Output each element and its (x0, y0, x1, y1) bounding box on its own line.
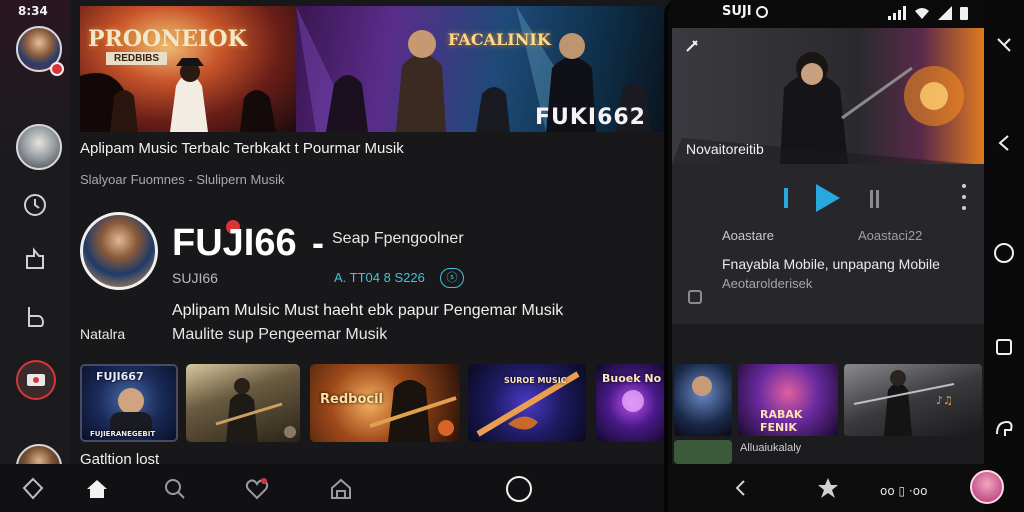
section-label: Natalra (80, 326, 126, 342)
play-icon[interactable] (816, 184, 840, 212)
phone-device: SUJI Novaitoreitib Aoastare Aoastaci22 F… (664, 0, 984, 512)
track-label-right: Aoastaci22 (858, 228, 923, 243)
thumbnail-title: SUROE MUSIC (504, 376, 567, 385)
banner-middle-logo: FACALINIK (448, 30, 551, 49)
system-nav-bar (984, 0, 1024, 512)
star-nav-icon[interactable] (816, 476, 840, 505)
status-indicators (888, 4, 968, 20)
battery-icon (960, 7, 968, 20)
list-item-title[interactable]: Fnayabla Mobile, unpapang Mobile (722, 256, 940, 272)
checkbox-icon[interactable] (688, 290, 702, 304)
phone-thumbnail[interactable]: RABAK FENIK (738, 364, 838, 436)
more-options-icon[interactable] (962, 184, 966, 210)
search-icon[interactable] (158, 472, 192, 506)
album-thumbnail[interactable]: SUROE MUSIC (468, 364, 586, 442)
phone-thumbnail[interactable] (674, 440, 732, 464)
list-item-subtitle: Aeotarolderisek (722, 276, 813, 291)
record-icon[interactable] (16, 360, 56, 400)
album-thumbnail[interactable]: FUJI667 FUJIERANEGEBIT (80, 364, 178, 442)
phone-thumbnail-caption: RABAK FENIK (760, 408, 803, 434)
phone-thumbnail[interactable]: ♪♫ (844, 364, 982, 436)
home-circle-icon[interactable] (502, 472, 536, 506)
phone-grid: RABAK FENIK ♪♫ Alluaiukalaly (672, 324, 984, 464)
left-rail: 8:34 (0, 0, 70, 512)
pin-icon[interactable] (684, 38, 700, 54)
back-arrow-icon[interactable] (734, 478, 748, 503)
wifi-icon (915, 8, 929, 19)
tag-icon[interactable] (16, 472, 50, 506)
phone-thumbnail[interactable] (674, 364, 732, 436)
home-icon[interactable] (80, 472, 114, 506)
banner-panel-band: FACALINIK FUKI662 (296, 6, 664, 132)
phone-hero[interactable]: Novaitoreitib (672, 28, 984, 164)
clock-icon[interactable] (18, 188, 52, 222)
phone-hero-title: Novaitoreitib (686, 141, 764, 157)
notification-badge (50, 62, 64, 76)
library-icon[interactable] (324, 472, 358, 506)
phone-bottom-indicator: oo ▯ ·oo (880, 484, 928, 498)
share-icon[interactable] (18, 242, 52, 276)
thumbnail-title: Redbocil (320, 392, 383, 407)
album-thumbnail[interactable] (186, 364, 300, 442)
banner-logo-sub: REDBIBS (106, 52, 168, 65)
profile-stat: A. TT04 8 S226 (334, 270, 425, 285)
phone-status-time: SUJI (722, 4, 752, 19)
account-avatar[interactable] (970, 470, 1004, 504)
profile-name: FUJI66 (172, 222, 297, 264)
thumbnail-caption: FUJIERANEGEBIT (90, 430, 156, 438)
profile-description-2: Maulite sup Pengeemar Musik (172, 326, 388, 343)
cell-icon (938, 6, 952, 20)
recents-icon[interactable] (989, 332, 1019, 362)
banner-panel-concert: PROONEIOK REDBIBS (80, 6, 296, 132)
status-time: 8:34 (18, 4, 48, 18)
home-button-icon[interactable] (989, 238, 1019, 268)
assistant-icon[interactable] (989, 414, 1019, 444)
prev-track-icon[interactable] (784, 188, 788, 208)
profile-role: Seap Fpengoolner (332, 230, 464, 247)
next-track-icon[interactable] (870, 190, 882, 208)
thumbnail-face (118, 388, 144, 414)
collapse-icon[interactable] (989, 30, 1019, 60)
profile-separator: - (312, 222, 324, 263)
artist-avatar[interactable] (16, 124, 62, 170)
phone-thumbnail-logo: ♪♫ (936, 394, 953, 407)
album-thumbnail[interactable]: Redbocil (310, 364, 460, 442)
phone-screen: Novaitoreitib Aoastare Aoastaci22 Fnayab… (672, 28, 984, 464)
banner-subtitle: Slalyoar Fuomnes - Slulipern Musik (80, 172, 285, 187)
bottom-nav (0, 464, 668, 512)
thumbnail-title: Buoek No (602, 372, 662, 385)
status-alert-icon (756, 6, 768, 18)
thumbnail-light (622, 390, 644, 412)
track-label-left: Aoastare (722, 228, 775, 243)
hero-banner[interactable]: PROONEIOK REDBIBS FACALINIK FUKI662 (80, 6, 664, 132)
phone-nav (668, 464, 984, 512)
phone-grid-caption: Alluaiukalaly (740, 442, 802, 454)
banner-logo: PROONEIOK (88, 26, 247, 52)
music-app-window: 8:34 PROONEIOK REDBIBS FACALINIK FUKI662… (0, 0, 668, 512)
profile-avatar[interactable] (80, 212, 158, 290)
banner-tagline: Aplipam Music Terbalc Terbkakt t Pourmar… (80, 140, 404, 157)
thumbnail-title: FUJI667 (96, 370, 144, 383)
profile-handle: SUJI66 (172, 270, 218, 286)
profile-description: Aplipam Mulsic Must haeht ebk papur Peng… (172, 302, 564, 319)
album-thumbnail[interactable]: Buoek No (596, 364, 668, 442)
back-icon[interactable] (989, 128, 1019, 158)
bookmark-icon[interactable] (18, 300, 52, 334)
phone-player (672, 164, 984, 374)
heart-icon[interactable] (240, 472, 274, 506)
stat-pill[interactable]: ⓢ (440, 268, 464, 288)
signal-icon (888, 6, 906, 20)
banner-brand: FUKI662 (534, 105, 646, 130)
